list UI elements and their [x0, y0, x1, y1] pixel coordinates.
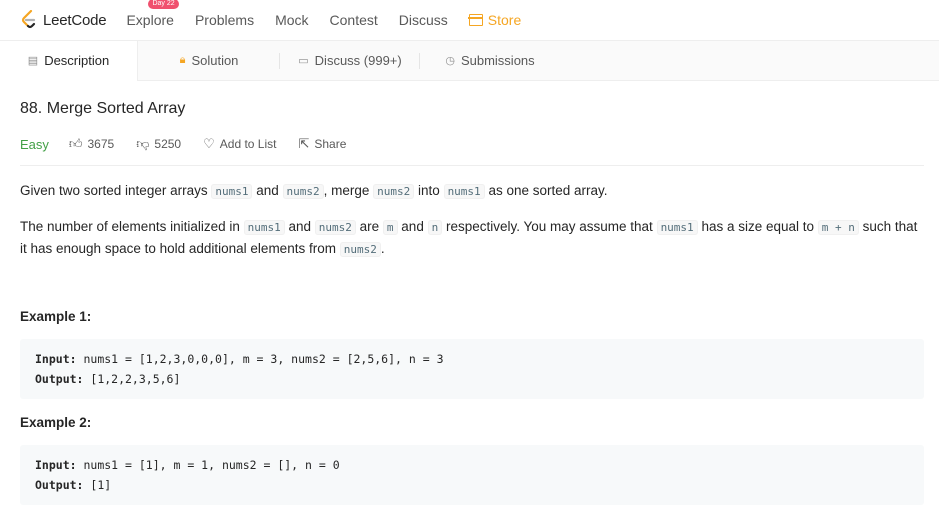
- inline-code: nums1: [656, 220, 698, 235]
- tab-description[interactable]: ▤ Description: [0, 40, 138, 81]
- input-value: nums1 = [1,2,3,0,0,0], m = 3, nums2 = [2…: [76, 352, 444, 366]
- tab-description-label: Description: [44, 53, 110, 68]
- nav-contest[interactable]: Contest: [330, 12, 378, 28]
- inline-code: nums2: [314, 220, 356, 235]
- text-run: Given two sorted integer arrays: [20, 183, 212, 198]
- text-run: as one sorted array.: [484, 183, 608, 198]
- thumbs-up-icon: 👍︎: [68, 136, 83, 151]
- tab-solution-label: Solution: [191, 53, 239, 68]
- add-to-list-button[interactable]: ♡ Add to List: [203, 136, 276, 152]
- text-run: respectively. You may assume that: [442, 219, 657, 234]
- text-run: has a size equal to: [697, 219, 818, 234]
- nav-discuss[interactable]: Discuss: [399, 12, 448, 28]
- tab-discuss-label: Discuss (999+): [314, 53, 402, 68]
- output-label: Output:: [35, 372, 84, 386]
- nav-store-label: Store: [487, 12, 522, 28]
- input-value: nums1 = [1], m = 1, nums2 = [], n = 0: [76, 458, 340, 472]
- problem-content: 88. Merge Sorted Array Easy 👍︎ 3675 👎︎ 5…: [0, 100, 939, 505]
- description-icon: ▤: [27, 55, 39, 67]
- output-label: Output:: [35, 478, 84, 492]
- inline-code: m: [382, 220, 398, 235]
- tab-discuss[interactable]: ▭ Discuss (999+): [280, 41, 420, 81]
- heart-icon: ♡: [203, 136, 215, 151]
- example-2-output: Output: [1]: [35, 475, 909, 495]
- example-2-title: Example 2:: [20, 415, 92, 430]
- text-run: , merge: [323, 183, 374, 198]
- inline-code: m + n: [817, 220, 859, 235]
- inline-code: nums2: [373, 184, 415, 199]
- tab-solution[interactable]: 🔒︎ Solution: [138, 41, 280, 81]
- input-label: Input:: [35, 458, 77, 472]
- top-navbar: LeetCode Explore Day 22 Problems Mock Co…: [0, 0, 939, 41]
- description-paragraph-1: Given two sorted integer arrays nums1 an…: [20, 180, 924, 202]
- problem-meta: Easy 👍︎ 3675 👎︎ 5250 ♡ Add to List ⇱ Sha…: [20, 129, 924, 166]
- inline-code: n: [427, 220, 443, 235]
- text-run: and: [397, 219, 428, 234]
- inline-code: nums2: [339, 242, 381, 257]
- dislike-count: 5250: [154, 137, 182, 151]
- tab-submissions-label: Submissions: [460, 53, 535, 68]
- nav-store[interactable]: Store: [468, 12, 522, 28]
- text-run: are: [355, 219, 383, 234]
- example-1-output: Output: [1,2,2,3,5,6]: [35, 369, 909, 389]
- day-badge: Day 22: [148, 0, 179, 9]
- inline-code: nums2: [282, 184, 324, 199]
- inline-code: nums1: [443, 184, 485, 199]
- text-run: and: [284, 219, 315, 234]
- text-run: and: [252, 183, 283, 198]
- tab-submissions[interactable]: ◷ Submissions: [420, 41, 560, 81]
- text-run: The number of elements initialized in: [20, 219, 244, 234]
- text-run: .: [380, 241, 385, 256]
- example-2-input: Input: nums1 = [1], m = 1, nums2 = [], n…: [35, 455, 909, 475]
- difficulty-label: Easy: [20, 136, 49, 152]
- like-count: 3675: [87, 137, 115, 151]
- add-to-list-label: Add to List: [219, 137, 277, 151]
- comment-icon: ▭: [298, 55, 309, 67]
- example-1-title: Example 1:: [20, 309, 92, 324]
- text-run: into: [414, 183, 444, 198]
- description-paragraph-2: The number of elements initialized in nu…: [20, 216, 924, 260]
- leetcode-logo-icon: [21, 10, 36, 29]
- like-button[interactable]: 👍︎ 3675: [69, 136, 114, 152]
- share-label: Share: [314, 137, 347, 151]
- store-icon: [468, 14, 484, 26]
- example-1-input: Input: nums1 = [1,2,3,0,0,0], m = 3, num…: [35, 349, 909, 369]
- logo[interactable]: LeetCode: [20, 10, 107, 30]
- output-value: [1]: [83, 478, 112, 492]
- share-icon: ⇱: [298, 136, 310, 151]
- nav-explore-label: Explore: [126, 12, 174, 28]
- nav-explore[interactable]: Explore Day 22: [126, 0, 179, 28]
- input-label: Input:: [35, 352, 77, 366]
- share-button[interactable]: ⇱ Share: [298, 136, 346, 152]
- inline-code: nums1: [243, 220, 285, 235]
- output-value: [1,2,2,3,5,6]: [83, 372, 181, 386]
- lock-icon: 🔒︎: [179, 54, 186, 66]
- dislike-button[interactable]: 👎︎ 5250: [136, 136, 181, 152]
- nav-problems[interactable]: Problems: [195, 12, 254, 28]
- logo-text: LeetCode: [43, 11, 107, 29]
- inline-code: nums1: [211, 184, 253, 199]
- example-2-block: Input: nums1 = [1], m = 1, nums2 = [], n…: [20, 445, 924, 505]
- clock-icon: ◷: [445, 55, 455, 67]
- example-1-block: Input: nums1 = [1,2,3,0,0,0], m = 3, num…: [20, 339, 924, 399]
- nav-mock[interactable]: Mock: [275, 12, 308, 28]
- problem-tabs: ▤ Description 🔒︎ Solution ▭ Discuss (999…: [0, 40, 939, 81]
- thumbs-down-icon: 👎︎: [136, 136, 150, 151]
- problem-title: 88. Merge Sorted Array: [20, 100, 186, 117]
